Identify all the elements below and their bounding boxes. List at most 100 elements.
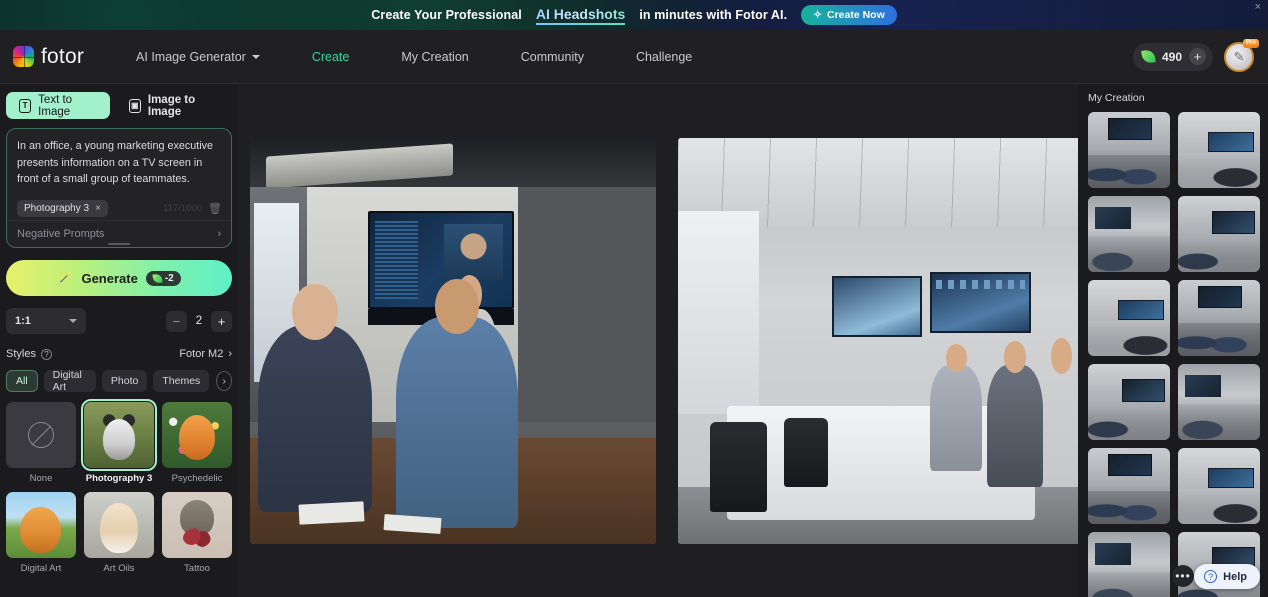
- no-style-icon: [28, 422, 54, 448]
- style-category-themes[interactable]: Themes: [153, 370, 210, 392]
- style-item-psychedelic[interactable]: Psychedelic: [162, 402, 232, 484]
- styles-header-row: Styles ? Fotor M2 ›: [6, 348, 232, 360]
- selected-style-chip[interactable]: Photography 3 ×: [17, 200, 108, 217]
- magic-wand-icon: 🪄: [57, 270, 74, 285]
- remove-style-icon[interactable]: ×: [95, 203, 101, 214]
- top-navigation: fotor AI Image Generator Create My Creat…: [0, 30, 1268, 84]
- nav-label: AI Image Generator: [136, 49, 246, 64]
- quantity-increase-button[interactable]: +: [211, 310, 232, 332]
- creation-thumbnail[interactable]: [1088, 448, 1170, 524]
- scene-screen-right: [929, 271, 1032, 333]
- creation-thumbnail[interactable]: [1178, 196, 1260, 272]
- trash-icon[interactable]: 🗑: [208, 202, 222, 215]
- promo-banner: Create Your Professional AI Headshots in…: [0, 0, 1268, 30]
- style-item-none[interactable]: None: [6, 402, 76, 484]
- nav-item-ai-image-generator[interactable]: AI Image Generator: [110, 50, 286, 64]
- my-creation-title: My Creation: [1088, 92, 1145, 104]
- style-category-tabs: All Digital Art Photo Themes ›: [6, 369, 232, 393]
- leaf-icon: [1141, 49, 1156, 64]
- scene-tv-pane: [375, 220, 419, 300]
- creation-thumbnail[interactable]: [1088, 112, 1170, 188]
- creation-thumbnail[interactable]: [1178, 448, 1260, 524]
- more-options-button[interactable]: •••: [1172, 565, 1194, 587]
- nav-item-challenge[interactable]: Challenge: [610, 50, 718, 64]
- nav-item-my-creation[interactable]: My Creation: [375, 50, 494, 64]
- resize-handle[interactable]: [108, 243, 130, 245]
- style-item-art-oils[interactable]: Art Oils: [84, 492, 154, 574]
- image-canvas: [238, 84, 1084, 597]
- model-label: Fotor M2: [179, 348, 224, 360]
- mode-tabs: T Text to Image ▣ Image to Image: [6, 92, 232, 119]
- quantity-value: 2: [195, 315, 203, 327]
- scene-chair: [710, 422, 768, 512]
- generated-image-1[interactable]: [250, 138, 656, 544]
- style-item-label: Tattoo: [184, 563, 210, 574]
- scene-chair: [783, 418, 829, 488]
- scene-paper: [298, 501, 365, 526]
- fotor-logo-icon: [13, 46, 34, 67]
- add-credits-button[interactable]: +: [1189, 48, 1206, 65]
- nav-item-community[interactable]: Community: [495, 50, 610, 64]
- sparkle-icon: ✧: [813, 9, 822, 21]
- credits-pill[interactable]: 490 +: [1132, 42, 1213, 71]
- creation-thumbnail[interactable]: [1088, 364, 1170, 440]
- aspect-ratio-value: 1:1: [15, 315, 31, 327]
- ratio-and-quantity-row: 1:1 − 2 +: [6, 308, 232, 334]
- prompt-box[interactable]: In an office, a young marketing executiv…: [6, 128, 232, 248]
- creation-thumbnail[interactable]: [1178, 364, 1260, 440]
- style-grid: None Photography 3 Psychedelic Digital A…: [6, 399, 232, 574]
- quantity-decrease-button[interactable]: −: [166, 310, 187, 332]
- nav-item-create[interactable]: Create: [286, 50, 376, 64]
- text-icon: T: [19, 98, 32, 113]
- style-item-label: Art Oils: [103, 563, 135, 574]
- generate-button[interactable]: 🪄 Generate -2: [6, 260, 232, 296]
- creation-thumbnail[interactable]: [1178, 280, 1260, 356]
- generated-image-2[interactable]: [678, 138, 1084, 544]
- creation-thumbnail[interactable]: [1088, 280, 1170, 356]
- style-item-photography-3[interactable]: Photography 3: [81, 399, 157, 484]
- style-categories-next-button[interactable]: ›: [216, 371, 232, 391]
- avatar[interactable]: ✎ Pro: [1224, 38, 1259, 72]
- chevron-down-icon: [69, 319, 77, 323]
- scene-person-center: [396, 278, 518, 528]
- style-item-label: Digital Art: [20, 563, 62, 574]
- pro-badge: Pro: [1242, 38, 1259, 48]
- style-category-digital-art[interactable]: Digital Art: [43, 369, 96, 393]
- my-creation-grid: [1088, 112, 1260, 597]
- generate-label: Generate: [81, 270, 138, 286]
- aspect-ratio-select[interactable]: 1:1: [6, 308, 86, 334]
- style-item-tattoo[interactable]: Tattoo: [162, 492, 232, 574]
- close-icon[interactable]: ×: [1255, 2, 1261, 13]
- style-category-all[interactable]: All: [6, 370, 38, 392]
- scene-person: [1035, 337, 1084, 503]
- style-category-photo[interactable]: Photo: [101, 370, 148, 392]
- style-thumb: [6, 492, 76, 558]
- tab-text-to-image[interactable]: T Text to Image: [6, 92, 110, 119]
- style-thumb: [81, 399, 157, 471]
- prompt-input[interactable]: In an office, a young marketing executiv…: [17, 138, 221, 188]
- avatar-glyph: ✎: [1233, 48, 1245, 64]
- nav-items: AI Image Generator Create My Creation Co…: [110, 50, 718, 64]
- help-icon[interactable]: ?: [40, 348, 52, 360]
- style-item-digital-art[interactable]: Digital Art: [6, 492, 76, 574]
- model-selector[interactable]: Fotor M2 ›: [179, 348, 232, 360]
- help-button[interactable]: ? Help: [1194, 564, 1260, 589]
- prompt-meta-row: Photography 3 × 117/1000 🗑: [17, 200, 222, 217]
- fotor-ai-image-generator-page: Create Your Professional AI Headshots in…: [0, 0, 1268, 597]
- scene-tv-face: [443, 224, 504, 281]
- style-thumb: [6, 402, 76, 468]
- style-chip-label: Photography 3: [24, 203, 90, 214]
- creation-thumbnail[interactable]: [1178, 112, 1260, 188]
- tab-image-to-image[interactable]: ▣ Image to Image: [116, 92, 232, 119]
- create-now-button[interactable]: ✧ Create Now: [801, 5, 897, 25]
- promo-highlight: AI Headshots: [535, 5, 626, 25]
- fotor-logo[interactable]: fotor: [13, 45, 84, 69]
- left-control-panel: T Text to Image ▣ Image to Image In an o…: [0, 84, 238, 597]
- credits-value: 490: [1161, 49, 1182, 64]
- generate-cost-value: -2: [164, 272, 174, 284]
- nav-right-group: 490 + ✎ Pro: [1132, 38, 1259, 72]
- creation-thumbnail[interactable]: [1088, 532, 1170, 597]
- creation-thumbnail[interactable]: [1088, 196, 1170, 272]
- chevron-right-icon: ›: [217, 228, 221, 240]
- promo-text-after: in minutes with Fotor AI.: [639, 8, 788, 22]
